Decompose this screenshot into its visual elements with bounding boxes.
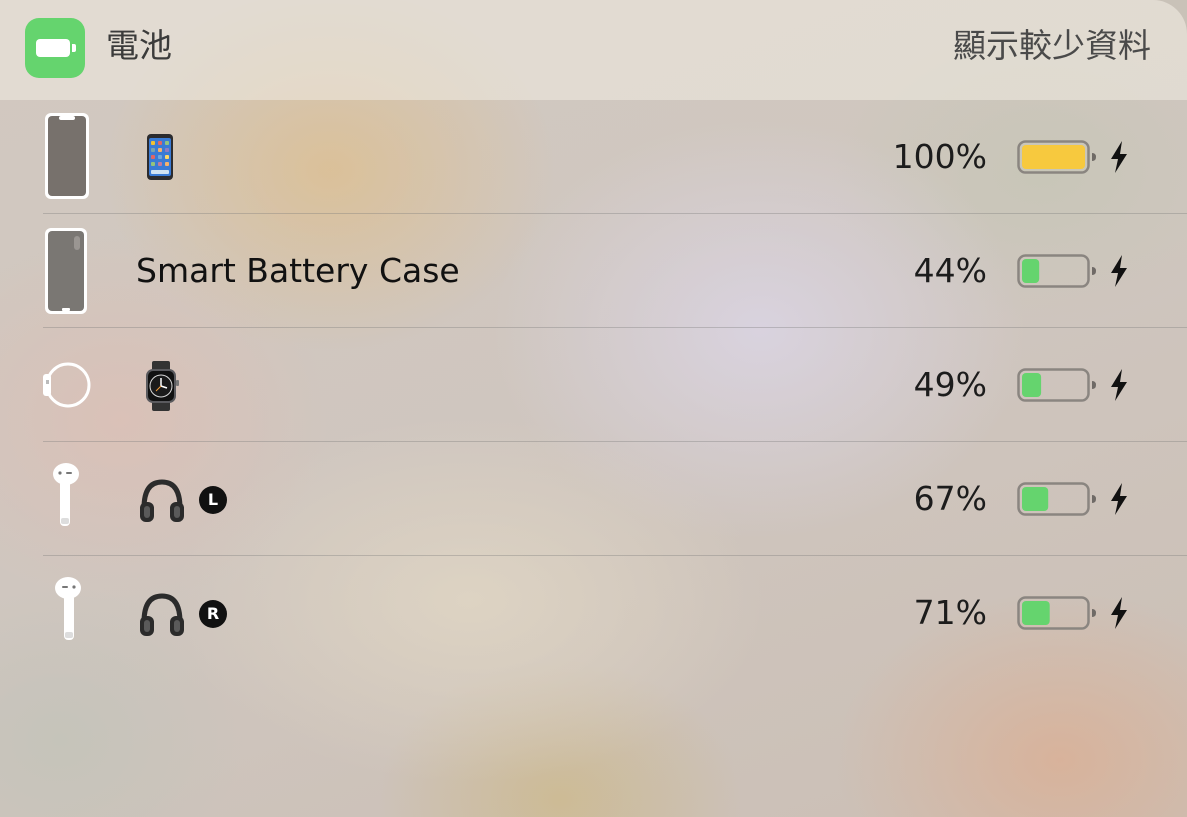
device-row-airpod-left: L 67% <box>0 442 1187 556</box>
iphone-emoji <box>147 134 173 180</box>
charging-bolt-icon <box>1111 483 1127 515</box>
headphones-emoji <box>140 593 184 636</box>
smart-battery-case-icon <box>45 228 87 314</box>
battery-level-indicator <box>1017 596 1096 630</box>
right-earbud-badge: R <box>199 600 227 628</box>
battery-percent: 49% <box>913 365 987 404</box>
device-row-airpod-right: R 71% <box>0 556 1187 670</box>
battery-percent: 71% <box>913 593 987 632</box>
widget-title: 電池 <box>106 26 172 65</box>
device-row-watch: 49% <box>0 328 1187 442</box>
battery-level-indicator <box>1017 140 1096 174</box>
iphone-icon <box>45 113 89 199</box>
airpod-left-icon <box>53 463 79 526</box>
battery-level-indicator <box>1017 482 1096 516</box>
battery-level-indicator <box>1017 368 1096 402</box>
battery-widget: 電池 顯示較少資料 100% Smart Battery Case 44% 49… <box>0 0 1187 817</box>
battery-level-indicator <box>1017 254 1096 288</box>
charging-bolt-icon <box>1111 369 1127 401</box>
headphones-emoji <box>140 479 184 522</box>
device-name: Smart Battery Case <box>136 251 460 290</box>
charging-bolt-icon <box>1111 255 1127 287</box>
show-less-button[interactable]: 顯示較少資料 <box>953 24 1151 68</box>
device-row-battery-case: Smart Battery Case 44% <box>0 214 1187 328</box>
battery-percent: 67% <box>913 479 987 518</box>
left-earbud-badge: L <box>199 486 227 514</box>
charging-bolt-icon <box>1111 597 1127 629</box>
widget-header: 電池 顯示較少資料 <box>0 0 1187 100</box>
charging-bolt-icon <box>1111 141 1127 173</box>
battery-percent: 44% <box>913 251 987 290</box>
device-row-iphone: 100% <box>0 100 1187 214</box>
watch-emoji <box>146 361 179 411</box>
apple-watch-icon <box>43 362 91 408</box>
airpod-right-icon <box>55 577 81 640</box>
battery-percent: 100% <box>892 137 987 176</box>
device-list: 100% Smart Battery Case 44% 49% L 67% R … <box>0 100 1187 670</box>
battery-app-icon <box>25 18 85 78</box>
